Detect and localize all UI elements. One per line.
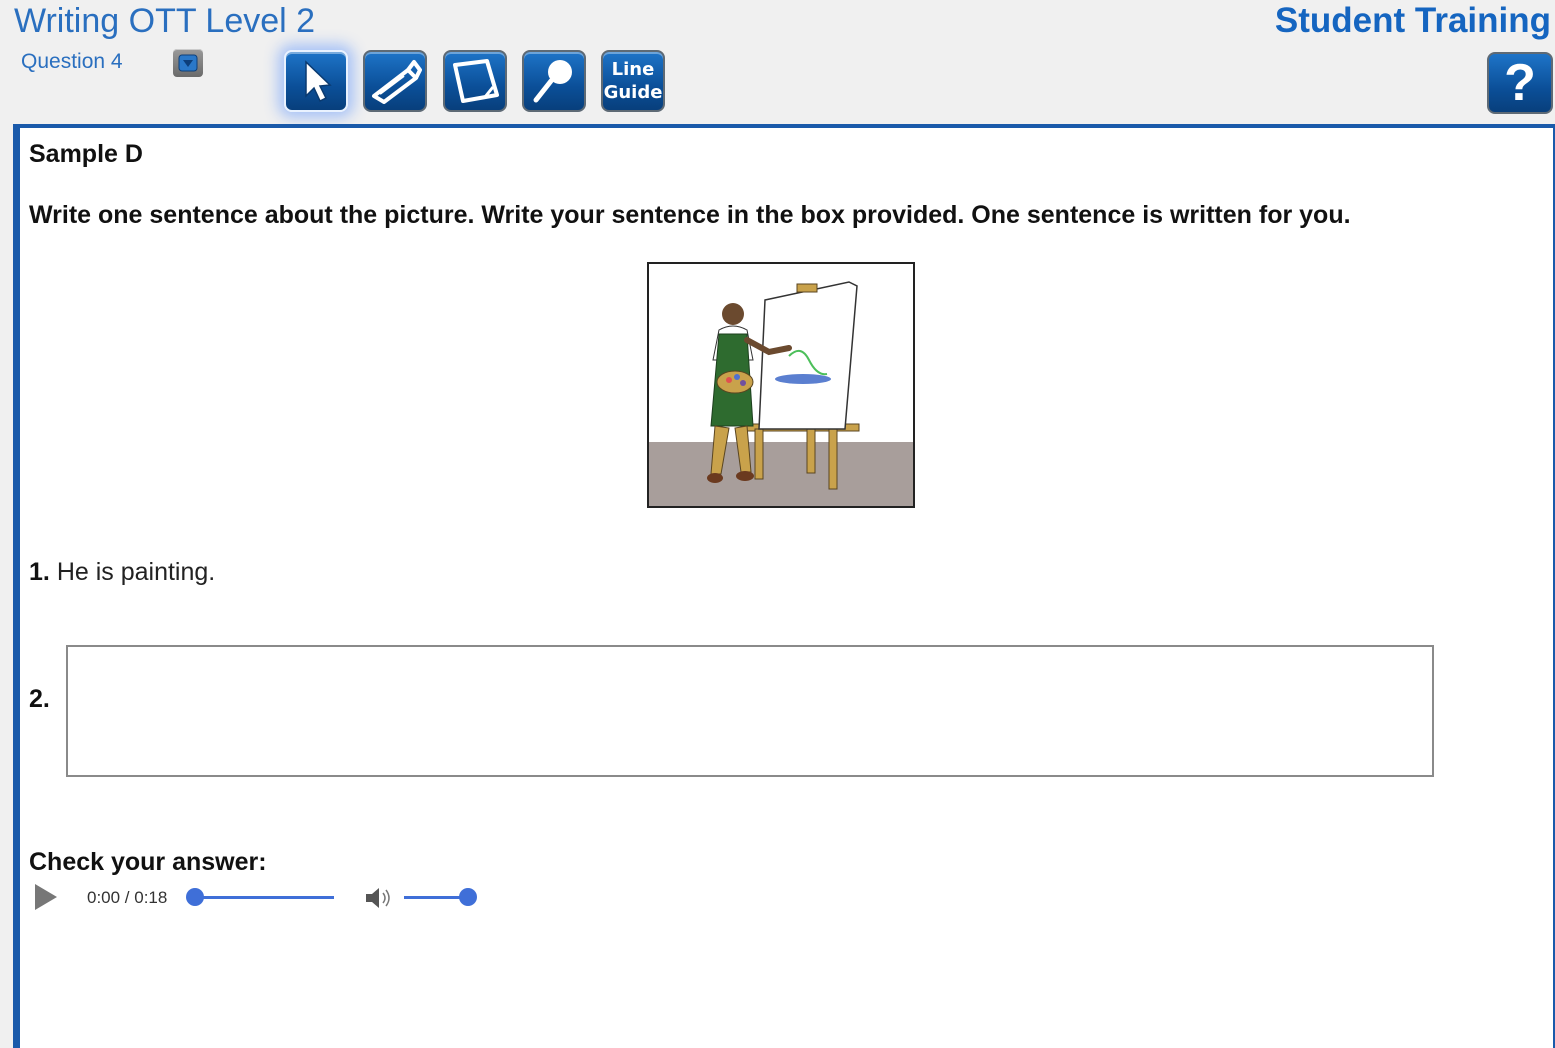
play-icon[interactable]	[33, 882, 59, 912]
check-answer-label: Check your answer:	[29, 848, 267, 876]
app-title: Writing OTT Level 2	[14, 2, 316, 40]
magnifier-tool-button[interactable]	[522, 50, 586, 112]
answer-input-box[interactable]	[66, 645, 1434, 777]
example-sentence: 1. He is painting.	[29, 558, 215, 587]
question-picture	[647, 262, 915, 508]
pointer-tool-button[interactable]	[284, 50, 348, 112]
audio-seek-bar[interactable]	[194, 896, 334, 899]
question-panel: Sample D Write one sentence about the pi…	[13, 124, 1555, 1048]
help-button[interactable]: ?	[1487, 52, 1553, 114]
item1-number: 1.	[29, 558, 50, 586]
question-number: Question 4	[21, 50, 123, 73]
item1-text: He is painting.	[56, 558, 216, 586]
audio-time: 0:00 / 0:18	[87, 888, 168, 907]
chevron-down-icon	[178, 54, 198, 72]
audio-seek-handle[interactable]	[186, 888, 204, 906]
volume-handle[interactable]	[459, 888, 477, 906]
sample-title: Sample D	[29, 140, 143, 168]
item2-number: 2.	[29, 685, 50, 713]
man-painting-at-easel-illustration	[649, 264, 913, 506]
volume-icon[interactable]	[364, 885, 394, 911]
magnifier-icon	[533, 60, 572, 103]
highlighter-icon	[372, 60, 422, 104]
sticky-note-icon	[453, 59, 499, 103]
line-guide-tool-button[interactable]: Line Guide	[601, 50, 665, 112]
question-instructions: Write one sentence about the picture. Wr…	[29, 201, 1351, 229]
highlighter-tool-button[interactable]	[363, 50, 427, 112]
line-guide-label: Line Guide	[603, 59, 663, 103]
brand-title: Student Training	[1274, 1, 1551, 40]
pointer-arrow-icon	[305, 60, 332, 103]
question-dropdown-button[interactable]	[173, 49, 203, 77]
sticky-note-tool-button[interactable]	[443, 50, 507, 112]
